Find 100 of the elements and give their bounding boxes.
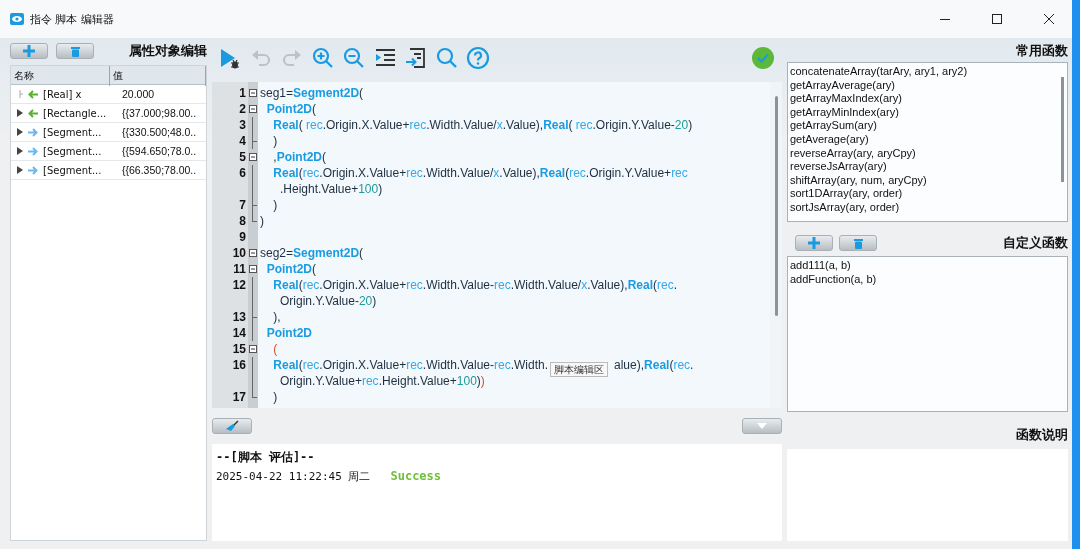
left-arrow-icon — [28, 108, 38, 118]
code-line: ) — [272, 197, 278, 213]
function-item[interactable]: getArraySum(ary) — [790, 119, 1057, 133]
line-number: 10 — [231, 245, 247, 261]
line-number: 14 — [231, 325, 247, 341]
code-editor[interactable] — [212, 82, 782, 408]
plus-icon — [22, 44, 36, 58]
code-line: Real(rec.Origin.X.Value+rec.Width.Value-rec.Width.Value/x.Value),Real(rec. — [272, 277, 677, 293]
code-line: ), — [272, 309, 281, 325]
broom-icon — [225, 420, 239, 432]
code-line: ) — [259, 213, 264, 229]
code-line: ) — [272, 389, 278, 405]
property-name: [Segment... — [43, 164, 102, 176]
expand-triangle-icon[interactable] — [17, 166, 23, 174]
collapse-icon[interactable] — [249, 249, 257, 257]
function-item[interactable]: getArrayMaxIndex(ary) — [790, 92, 1057, 106]
line-number: 12 — [231, 277, 247, 293]
result-text: Success — [390, 469, 442, 484]
line-number: 3 — [238, 117, 247, 133]
property-name: [Segment... — [43, 145, 102, 157]
function-item[interactable]: shiftArray(ary, num, aryCpy) — [790, 173, 1057, 188]
minimize-icon[interactable] — [940, 18, 950, 20]
function-item[interactable]: concatenateArray(tarAry, ary1, ary2) — [790, 65, 1057, 79]
code-line: Point2D — [265, 325, 312, 341]
eye-logo-icon — [10, 13, 24, 25]
line-number: 4 — [238, 133, 247, 149]
left-arrow-icon — [28, 89, 38, 99]
section-title: 常用函数 — [1015, 42, 1068, 60]
code-line: .Height.Value+100) — [279, 181, 383, 197]
panel-title: 属性对象编辑 — [129, 42, 207, 60]
section-title: 自定义函数 — [1003, 234, 1068, 252]
function-item[interactable]: reverseJsArray(ary) — [790, 160, 1057, 174]
plus-icon — [807, 236, 821, 250]
function-item[interactable]: getArrayMinIndex(ary) — [790, 105, 1057, 120]
line-number: 6 — [238, 165, 247, 181]
right-arrow-icon — [28, 127, 38, 137]
column-header[interactable]: 值 — [110, 66, 206, 86]
code-line: seg2=Segment2D( — [259, 245, 364, 261]
property-name: [Real] x — [43, 88, 82, 100]
right-arrow-icon — [28, 165, 38, 175]
line-number: 9 — [238, 229, 247, 245]
right-arrow-icon — [28, 146, 38, 156]
expand-triangle-icon[interactable] — [17, 128, 23, 136]
code-line: Point2D( — [265, 101, 316, 117]
function-item[interactable]: getAverage(ary) — [790, 132, 1057, 147]
code-line: Origin.Y.Value+rec.Height.Value+100)) — [279, 373, 485, 389]
trash-icon — [853, 237, 863, 249]
function-item[interactable]: getArrayAverage(ary) — [790, 78, 1057, 93]
function-item[interactable]: sort1DArray(ary, order) — [790, 187, 1057, 201]
add-button[interactable] — [10, 43, 48, 59]
code-line: Real( rec.Origin.X.Value+rec.Width.Value/x.Value),Real( rec.Origin.Y.Value-20) — [272, 117, 693, 133]
line-number: 13 — [231, 309, 247, 325]
line-number: 16 — [231, 357, 247, 373]
collapse-icon[interactable] — [249, 345, 257, 353]
maximize-icon[interactable] — [992, 14, 1002, 24]
code-line: ,Point2D( — [272, 149, 326, 165]
section-title: 函数说明 — [1015, 426, 1068, 444]
scrollbar-thumb[interactable] — [1060, 77, 1064, 182]
expand-triangle-icon[interactable] — [17, 109, 23, 117]
line-number: 17 — [231, 389, 247, 405]
scrollbar-thumb[interactable] — [774, 96, 778, 316]
line-number: 11 — [232, 261, 247, 277]
collapse-icon[interactable] — [249, 265, 257, 273]
property-value: {{66.350;78.00.. — [121, 164, 198, 176]
column-header[interactable]: 名称 — [11, 66, 110, 86]
property-value: 20.000 — [121, 88, 156, 100]
code-line: ) — [272, 133, 278, 149]
property-value: {{37.000;98.00.. — [121, 107, 198, 119]
line-number: 8 — [238, 213, 247, 229]
code-line: ( — [272, 341, 278, 357]
function-item[interactable]: sortJsArray(ary, order) — [790, 200, 1057, 215]
function-item[interactable]: reverseArray(ary, aryCpy) — [790, 146, 1057, 161]
expand-triangle-icon[interactable] — [17, 147, 23, 155]
close-icon[interactable] — [1044, 14, 1054, 24]
code-line: Point2D( — [265, 261, 316, 277]
line-number: 5 — [238, 149, 247, 165]
property-name: [Segment... — [43, 126, 102, 138]
property-name: [Rectangle... — [43, 107, 107, 119]
output-header: --[脚本 评估]-- — [216, 449, 316, 466]
trash-icon — [70, 45, 80, 57]
collapse-icon[interactable] — [249, 153, 257, 161]
tooltip: 脚本编辑区 — [550, 362, 608, 377]
timestamp: 2025-04-22 11:22:45 周二 — [216, 469, 371, 484]
caret-icon — [757, 423, 767, 429]
add-button[interactable] — [795, 235, 833, 251]
property-value: {{330.500;48.0.. — [121, 126, 198, 138]
help-icon[interactable] — [464, 44, 492, 72]
line-number: 2 — [238, 101, 247, 117]
line-number: 7 — [238, 197, 247, 213]
property-value: {{594.650;78.0.. — [121, 145, 198, 157]
line-number: 1 — [238, 85, 247, 101]
code-line: Real(rec.Origin.X.Value+rec.Width.Value/x.Value),Real(rec.Origin.Y.Value+rec — [272, 165, 688, 181]
delete-button[interactable] — [839, 235, 877, 251]
collapse-icon[interactable] — [249, 89, 257, 97]
function-item[interactable]: add111(a, b) — [790, 259, 1067, 273]
function-item[interactable]: addFunction(a, b) — [790, 272, 1067, 287]
delete-button[interactable] — [56, 43, 94, 59]
clear-button[interactable] — [212, 418, 252, 434]
collapse-icon[interactable] — [249, 105, 257, 113]
line-number: 15 — [231, 341, 247, 357]
